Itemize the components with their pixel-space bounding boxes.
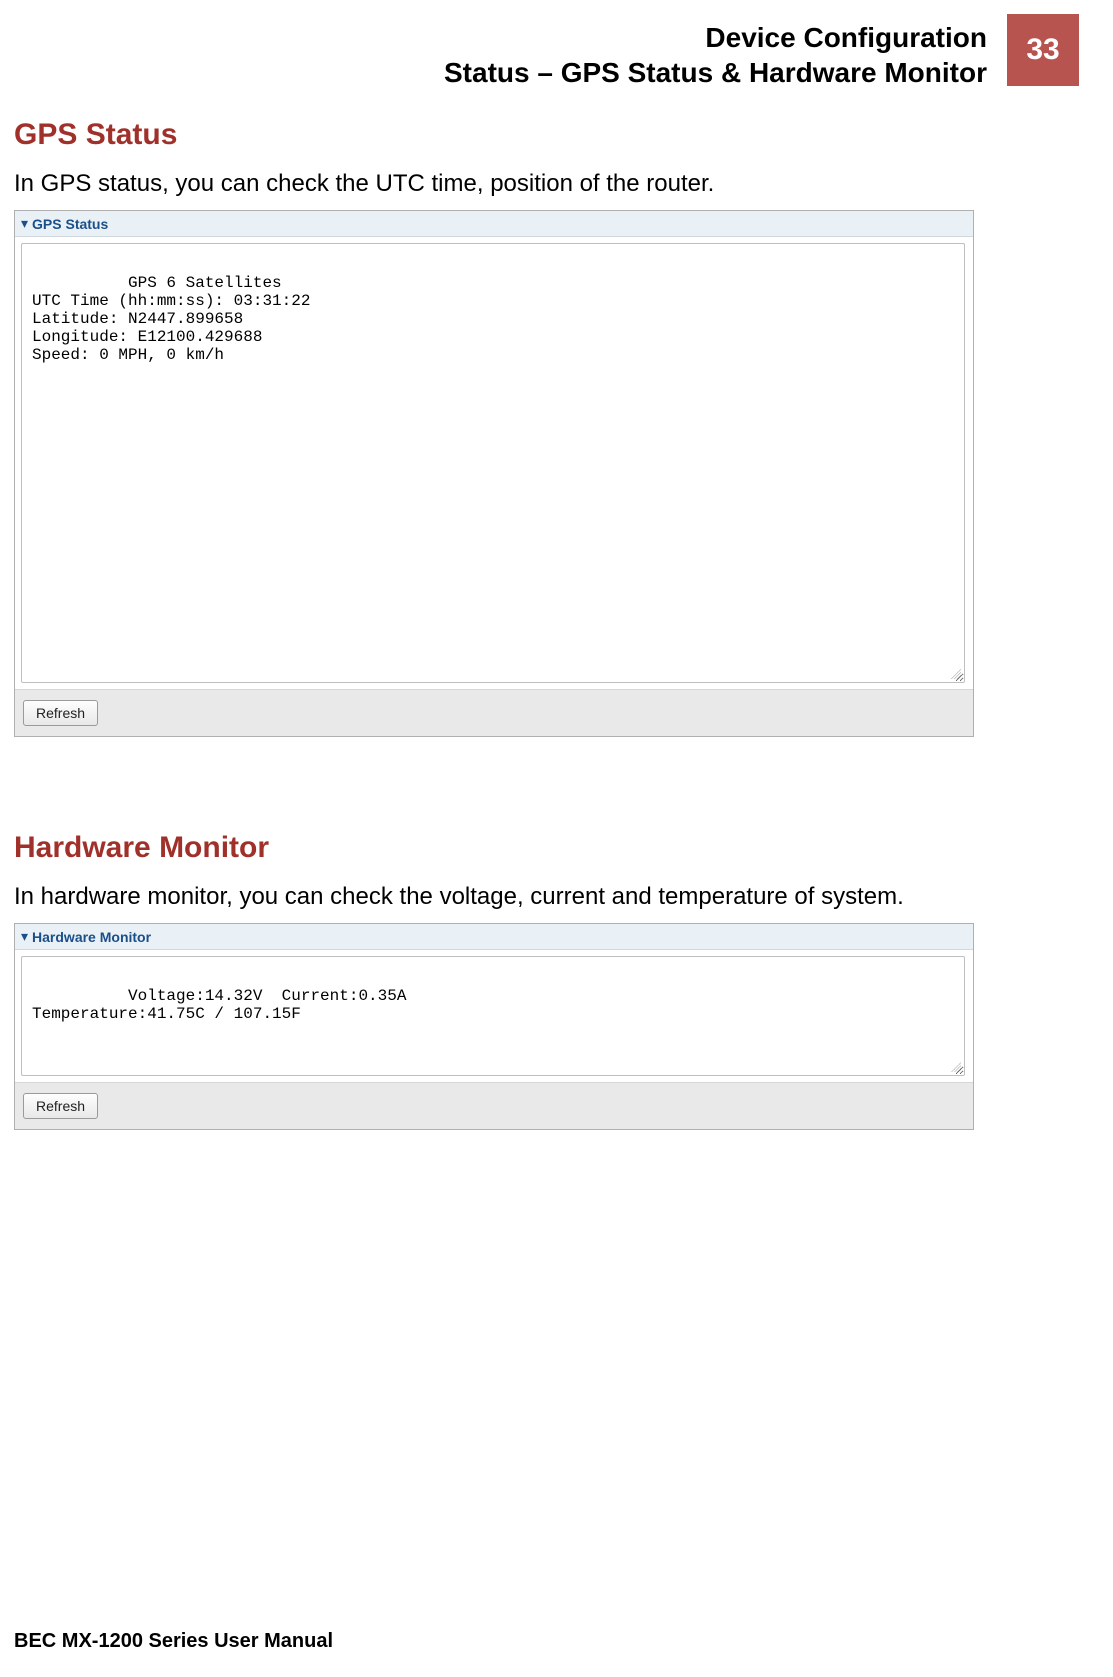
header-text-block: Device Configuration Status – GPS Status…	[444, 14, 997, 96]
hw-panel-title: Hardware Monitor	[32, 929, 151, 945]
hw-refresh-button[interactable]: Refresh	[23, 1093, 98, 1119]
gps-status-heading: GPS Status	[14, 118, 1079, 152]
footer-text: BEC MX-1200 Series User Manual	[14, 1630, 333, 1652]
gps-status-description: In GPS status, you can check the UTC tim…	[14, 170, 1079, 198]
gps-panel-body: GPS 6 Satellites UTC Time (hh:mm:ss): 03…	[15, 237, 973, 689]
gps-status-panel: ▾ GPS Status GPS 6 Satellites UTC Time (…	[14, 210, 974, 737]
hardware-monitor-heading: Hardware Monitor	[14, 831, 1079, 865]
hardware-monitor-textarea[interactable]: Voltage:14.32V Current:0.35A Temperature…	[21, 956, 965, 1076]
document-page: Device Configuration Status – GPS Status…	[0, 0, 1113, 1677]
resize-handle-icon[interactable]	[949, 667, 963, 681]
gps-panel-header[interactable]: ▾ GPS Status	[15, 211, 973, 237]
gps-status-text: GPS 6 Satellites UTC Time (hh:mm:ss): 03…	[32, 274, 310, 364]
caret-down-icon: ▾	[21, 215, 28, 232]
page-number-badge: 33	[1007, 14, 1079, 86]
hardware-monitor-description: In hardware monitor, you can check the v…	[14, 883, 1079, 911]
gps-panel-title: GPS Status	[32, 216, 108, 232]
page-footer: BEC MX-1200 Series User Manual	[14, 1630, 333, 1653]
page-number: 33	[1026, 33, 1059, 67]
gps-refresh-button[interactable]: Refresh	[23, 700, 98, 726]
header-line-2: Status – GPS Status & Hardware Monitor	[444, 55, 987, 90]
caret-down-icon: ▾	[21, 928, 28, 945]
section-spacer	[14, 741, 1079, 831]
header-line-1: Device Configuration	[444, 20, 987, 55]
gps-status-textarea[interactable]: GPS 6 Satellites UTC Time (hh:mm:ss): 03…	[21, 243, 965, 683]
hw-panel-header[interactable]: ▾ Hardware Monitor	[15, 924, 973, 950]
content-area: GPS Status In GPS status, you can check …	[14, 96, 1079, 1130]
resize-handle-icon[interactable]	[949, 1060, 963, 1074]
hardware-monitor-panel: ▾ Hardware Monitor Voltage:14.32V Curren…	[14, 923, 974, 1130]
hw-panel-footer: Refresh	[15, 1082, 973, 1129]
gps-panel-footer: Refresh	[15, 689, 973, 736]
hw-panel-body: Voltage:14.32V Current:0.35A Temperature…	[15, 950, 973, 1082]
page-header: Device Configuration Status – GPS Status…	[14, 14, 1079, 96]
hardware-monitor-text: Voltage:14.32V Current:0.35A Temperature…	[32, 987, 406, 1023]
